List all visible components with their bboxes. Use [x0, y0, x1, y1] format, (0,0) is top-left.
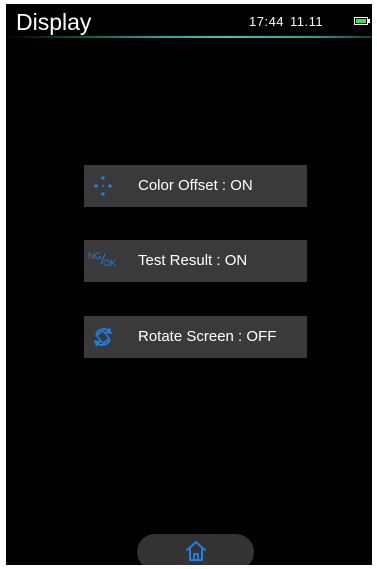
battery-level — [356, 19, 366, 23]
color-offset-button[interactable]: Color Offset : ON — [84, 165, 307, 207]
dots-icon — [94, 176, 112, 196]
test-result-button[interactable]: NG OK Test Result : ON — [84, 240, 307, 282]
header-divider — [6, 36, 372, 38]
ng-ok-icon: NG OK — [88, 251, 116, 268]
home-button[interactable] — [137, 534, 254, 565]
home-icon — [186, 541, 206, 561]
color-offset-label: Color Offset : ON — [138, 177, 253, 194]
ng-ok-icon-bottom: OK — [103, 258, 116, 268]
rotate-screen-label: Rotate Screen : OFF — [138, 328, 277, 345]
battery-tip — [368, 19, 370, 23]
rotate-screen-button[interactable]: Rotate Screen : OFF — [84, 316, 307, 358]
display-screen: Display 17:44 11.11 Color Offset : ON NG… — [6, 4, 372, 565]
page-title: Display — [16, 9, 92, 35]
battery-icon — [354, 17, 368, 25]
clock-date: 11.11 — [290, 14, 324, 29]
test-result-label: Test Result : ON — [138, 252, 248, 269]
ng-ok-icon-top: NG — [88, 251, 102, 261]
status-bar: Display 17:44 11.11 — [6, 4, 372, 40]
clock-time: 17:44 — [249, 14, 285, 29]
rotate-screen-icon — [94, 327, 112, 347]
